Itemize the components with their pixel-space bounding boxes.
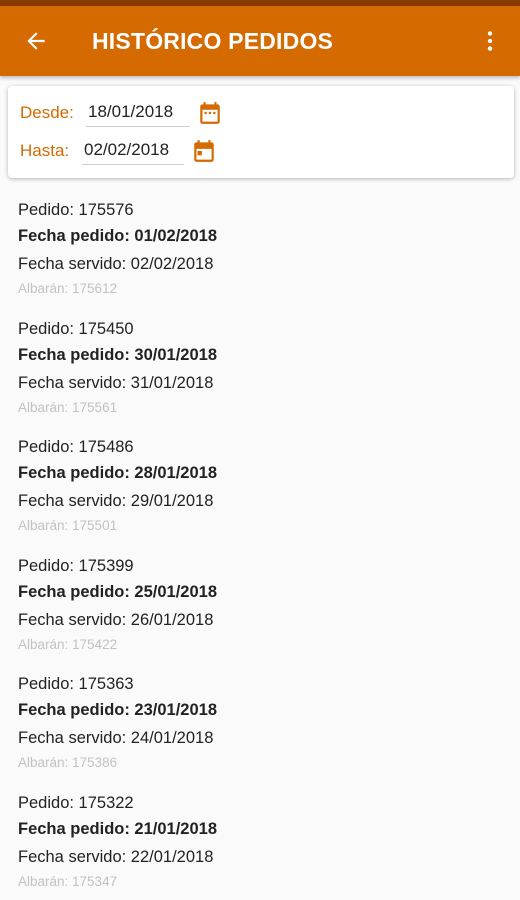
back-button[interactable] xyxy=(18,23,54,59)
page-title: HISTÓRICO PEDIDOS xyxy=(92,28,334,54)
order-number: Pedido: 175322 xyxy=(18,793,134,812)
date-filter-card: Desde: 18/01/2018 Hasta: 02/02/2018 xyxy=(8,86,514,178)
order-date: Fecha pedido: 30/01/2018 xyxy=(18,345,218,364)
order-date: Fecha pedido: 01/02/2018 xyxy=(18,227,218,245)
order-number: Pedido: 175399 xyxy=(18,556,134,575)
order-list: Pedido: 175576 Fecha pedido: 01/02/2018 … xyxy=(18,197,508,900)
hasta-row: Hasta: 02/02/2018 xyxy=(20,136,218,166)
served-date: Fecha servido: 29/01/2018 xyxy=(18,492,214,510)
order-date: Fecha pedido: 21/01/2018 xyxy=(18,819,218,838)
order-number: Pedido: 175576 xyxy=(18,201,134,219)
hasta-date-field[interactable]: 02/02/2018 xyxy=(82,137,184,165)
albaran-number: Albarán: 175501 xyxy=(18,518,118,533)
order-item[interactable]: Pedido: 175322 Fecha pedido: 21/01/2018 … xyxy=(18,790,508,900)
albaran-number: Albarán: 175422 xyxy=(18,636,118,652)
app-bar: HISTÓRICO PEDIDOS xyxy=(0,6,520,76)
order-item[interactable]: Pedido: 175399 Fecha pedido: 25/01/2018 … xyxy=(18,553,508,672)
overflow-menu-button[interactable] xyxy=(472,23,508,59)
albaran-number: Albarán: 175347 xyxy=(18,873,118,889)
order-item[interactable]: Pedido: 175363 Fecha pedido: 23/01/2018 … xyxy=(18,671,508,790)
order-number: Pedido: 175363 xyxy=(18,675,134,693)
desde-row: Desde: 18/01/2018 xyxy=(20,98,224,128)
albaran-number: Albarán: 175612 xyxy=(18,281,118,296)
order-item[interactable]: Pedido: 175486 Fecha pedido: 28/01/2018 … xyxy=(18,434,508,553)
order-date: Fecha pedido: 23/01/2018 xyxy=(18,701,218,719)
calendar-icon xyxy=(194,140,214,162)
order-number: Pedido: 175450 xyxy=(18,319,134,338)
served-date: Fecha servido: 31/01/2018 xyxy=(18,373,214,392)
order-item[interactable]: Pedido: 175450 Fecha pedido: 30/01/2018 … xyxy=(18,316,508,435)
arrow-left-icon xyxy=(27,32,45,50)
desde-date-field[interactable]: 18/01/2018 xyxy=(86,99,190,127)
desde-calendar-button[interactable] xyxy=(196,99,224,127)
order-date: Fecha pedido: 28/01/2018 xyxy=(18,464,218,482)
served-date: Fecha servido: 22/01/2018 xyxy=(18,847,214,866)
served-date: Fecha servido: 02/02/2018 xyxy=(18,255,214,273)
more-vert-icon xyxy=(487,31,493,51)
albaran-number: Albarán: 175561 xyxy=(18,399,118,415)
calendar-icon xyxy=(200,102,220,124)
desde-label: Desde: xyxy=(20,103,74,122)
order-number: Pedido: 175486 xyxy=(18,438,134,456)
served-date: Fecha servido: 24/01/2018 xyxy=(18,729,214,747)
order-item[interactable]: Pedido: 175576 Fecha pedido: 01/02/2018 … xyxy=(18,197,508,316)
served-date: Fecha servido: 26/01/2018 xyxy=(18,610,214,629)
hasta-label: Hasta: xyxy=(20,141,70,160)
albaran-number: Albarán: 175386 xyxy=(18,755,118,770)
order-date: Fecha pedido: 25/01/2018 xyxy=(18,582,218,601)
hasta-calendar-button[interactable] xyxy=(190,137,218,165)
